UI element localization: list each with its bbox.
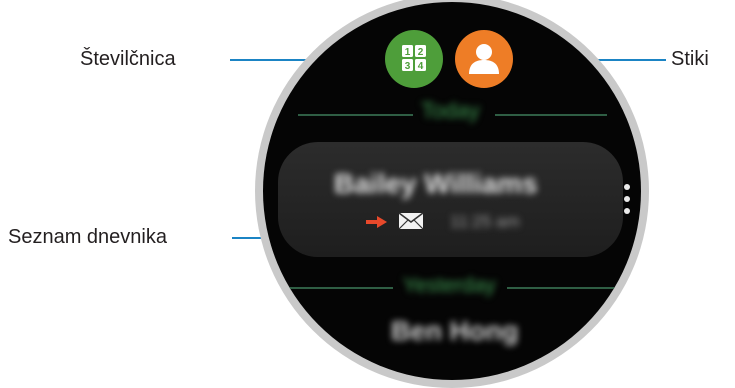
keypad-digit-2: 2 xyxy=(418,47,424,58)
envelope-icon xyxy=(398,212,424,230)
keypad-button[interactable]: 1 2 3 4 xyxy=(385,30,443,88)
contacts-callout-label: Stiki xyxy=(671,48,709,70)
log-entry-name-next[interactable]: Ben Hong xyxy=(391,316,519,347)
outgoing-arrow-icon xyxy=(366,216,387,228)
contacts-button[interactable] xyxy=(455,30,513,88)
log-entry-name: Bailey Williams xyxy=(334,168,538,199)
section-divider-right xyxy=(507,287,617,289)
contact-person-icon xyxy=(469,44,499,74)
log-entry-time: 11:25 am xyxy=(450,212,520,231)
keypad-digit-1: 1 xyxy=(405,47,411,58)
log-list-callout-label: Seznam dnevnika xyxy=(8,226,167,248)
keypad-digit-4: 4 xyxy=(418,61,424,72)
section-divider-left xyxy=(298,114,413,116)
keypad-callout-label: Številčnica xyxy=(80,48,176,70)
section-header-yesterday: Yesterday xyxy=(403,274,496,297)
watch-screen: Today Bailey Williams 11:25 am Yesterday… xyxy=(263,2,641,380)
keypad-digit-3: 3 xyxy=(405,61,411,72)
keypad-icon: 1 2 3 4 xyxy=(402,45,426,72)
section-divider-right xyxy=(495,114,607,116)
section-header-today: Today xyxy=(421,98,480,123)
more-options-icon[interactable] xyxy=(621,182,633,216)
section-divider-left xyxy=(288,287,393,289)
log-list-item[interactable]: Bailey Williams 11:25 am xyxy=(278,142,623,257)
